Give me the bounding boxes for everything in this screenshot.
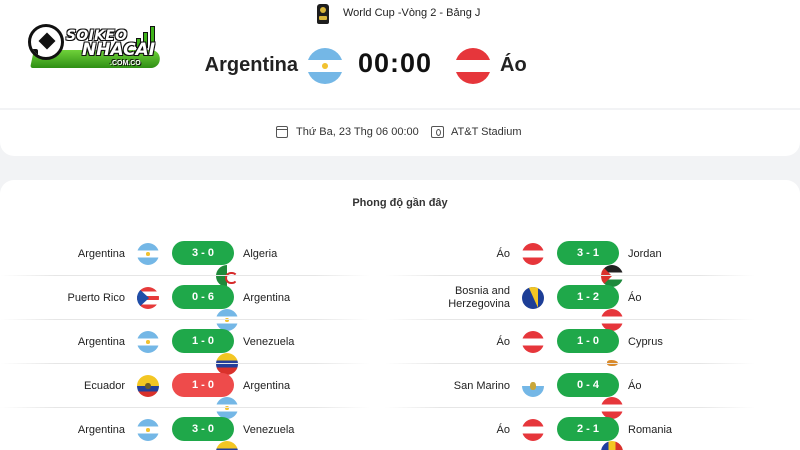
logo-text-line2: NHACAI: [82, 40, 156, 60]
form-home-flag-icon: [522, 375, 544, 397]
recent-form-section: Phong độ gần đây Argentina 3 - 0 Algeria Pu…: [0, 180, 800, 450]
form-home-team: Áo: [400, 232, 510, 276]
site-logo[interactable]: SOIKEO NHACAI .COM.CO: [24, 18, 164, 74]
form-match-row[interactable]: Puerto Rico 0 - 6 Argentina: [0, 276, 370, 331]
form-home-team-name: Argentina: [77, 423, 125, 436]
form-away-team-name: Jordan: [628, 248, 662, 260]
form-score-pill: 1 - 2: [557, 285, 619, 309]
form-home-team: Argentina: [15, 408, 125, 450]
form-match-row[interactable]: Áo 3 - 1 Jordan: [385, 232, 755, 287]
form-home-team-name: Áo: [496, 423, 510, 436]
home-team-flag-icon[interactable]: [307, 48, 343, 84]
form-home-flag-icon: [522, 287, 544, 309]
form-home-team: Argentina: [15, 232, 125, 276]
form-away-team: Argentina: [243, 364, 353, 408]
match-score: 00:00: [358, 48, 433, 78]
form-away-flag-icon: [216, 441, 238, 450]
form-match-row[interactable]: Bosnia and Herzegovina 1 - 2 Áo: [385, 276, 755, 331]
form-home-flag-icon: [522, 331, 544, 353]
form-away-team-name: Algeria: [243, 248, 278, 260]
form-score-pill: 3 - 1: [557, 241, 619, 265]
form-away-flag-icon: [601, 441, 623, 450]
form-score-pill: 1 - 0: [557, 329, 619, 353]
form-home-team-name: Áo: [496, 247, 510, 260]
form-match-row[interactable]: Argentina 3 - 0 Venezuela: [0, 408, 370, 450]
form-score-pill: 1 - 0: [172, 373, 234, 397]
form-home-team: Argentina: [15, 320, 125, 364]
form-home-team-name: Argentina: [77, 247, 125, 260]
form-home-flag-icon: [137, 419, 159, 441]
form-home-flag-icon: [137, 331, 159, 353]
form-home-flag-icon: [522, 243, 544, 265]
form-home-flag-icon: [137, 375, 159, 397]
form-score-pill: 1 - 0: [172, 329, 234, 353]
form-away-team: Áo: [628, 364, 738, 408]
form-home-team-name: Áo: [496, 335, 510, 348]
form-away-team: Áo: [628, 276, 738, 320]
form-away-team: Romania: [628, 408, 738, 450]
competition-label[interactable]: World Cup -Vòng 2 - Bảng J: [343, 7, 480, 19]
stadium-icon: [431, 126, 444, 138]
form-score-pill: 0 - 6: [172, 285, 234, 309]
form-away-team: Venezuela: [243, 408, 353, 450]
form-home-team-name: Argentina: [77, 335, 125, 348]
form-home-team: Bosnia and Herzegovina: [400, 276, 510, 320]
form-away-team-name: Romania: [628, 424, 673, 436]
form-away-team-name: Cyprus: [628, 336, 663, 348]
form-home-flag-icon: [522, 419, 544, 441]
form-home-team-name: Bosnia and Herzegovina: [448, 285, 510, 310]
form-away-team: Jordan: [628, 232, 738, 276]
match-info-bar: Thứ Ba, 23 Thg 06 00:00 AT&T Stadium: [0, 110, 800, 156]
form-away-team: Algeria: [243, 232, 353, 276]
form-away-team-name: Venezuela: [243, 424, 295, 436]
form-match-row[interactable]: Ecuador 1 - 0 Argentina: [0, 364, 370, 419]
form-home-team: San Marino: [400, 364, 510, 408]
form-away-team-name: Argentina: [243, 380, 291, 392]
form-score-pill: 0 - 4: [557, 373, 619, 397]
form-score-pill: 3 - 0: [172, 241, 234, 265]
form-away-team-name: Áo: [628, 292, 642, 304]
form-match-row[interactable]: San Marino 0 - 4 Áo: [385, 364, 755, 419]
calendar-icon: [276, 126, 288, 138]
form-away-team-name: Argentina: [243, 292, 291, 304]
form-home-team: Puerto Rico: [15, 276, 125, 320]
soccer-ball-icon: [28, 24, 64, 60]
form-match-row[interactable]: Argentina 1 - 0 Venezuela: [0, 320, 370, 375]
form-away-team: Venezuela: [243, 320, 353, 364]
form-away-team-name: Áo: [628, 380, 642, 392]
form-home-team: Áo: [400, 408, 510, 450]
form-away-team-name: Venezuela: [243, 336, 295, 348]
form-match-row[interactable]: Áo 2 - 1 Romania: [385, 408, 755, 450]
home-team-name[interactable]: Argentina: [205, 54, 298, 77]
form-match-row[interactable]: Argentina 3 - 0 Algeria: [0, 232, 370, 287]
form-away-team: Cyprus: [628, 320, 738, 364]
form-home-flag-icon: [137, 243, 159, 265]
form-home-team-name: Puerto Rico: [67, 291, 125, 304]
recent-form-title: Phong độ gần đây: [352, 197, 448, 209]
form-score-pill: 3 - 0: [172, 417, 234, 441]
trophy-icon: [317, 4, 329, 24]
match-date: Thứ Ba, 23 Thg 06 00:00: [296, 126, 419, 138]
form-away-team: Argentina: [243, 276, 353, 320]
away-team-name[interactable]: Áo: [500, 54, 527, 77]
form-home-team-name: Ecuador: [84, 379, 125, 392]
logo-text-line3: .COM.CO: [110, 60, 141, 67]
away-team-flag-icon[interactable]: [455, 48, 491, 84]
form-home-team: Áo: [400, 320, 510, 364]
match-stadium: AT&T Stadium: [451, 126, 522, 138]
form-match-row[interactable]: Áo 1 - 0 Cyprus: [385, 320, 755, 375]
form-score-pill: 2 - 1: [557, 417, 619, 441]
form-home-team-name: San Marino: [453, 379, 510, 392]
form-home-team: Ecuador: [15, 364, 125, 408]
match-header: SOIKEO NHACAI .COM.CO World Cup -Vòng 2 …: [0, 0, 800, 108]
form-home-flag-icon: [137, 287, 159, 309]
